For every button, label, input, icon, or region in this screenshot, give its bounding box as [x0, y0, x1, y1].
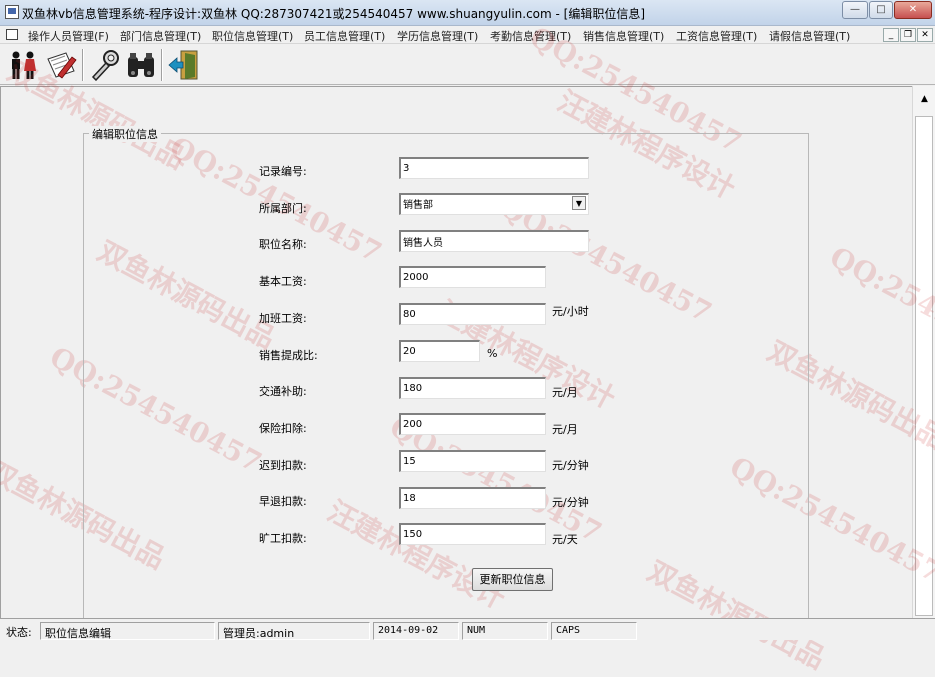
admin-text: 管理员:admin: [223, 627, 295, 640]
num-lock-panel: NUM: [462, 622, 548, 640]
transport-allowance-unit: 元/月: [552, 386, 578, 399]
late-deduction-label: 迟到扣款:: [259, 459, 307, 472]
late-deduction-field[interactable]: [399, 450, 546, 472]
scrollbar-thumb[interactable]: [915, 116, 933, 616]
overtime-pay-label: 加班工资:: [259, 312, 307, 325]
record-no-field[interactable]: [399, 157, 589, 179]
admin-panel: 管理员:admin: [218, 622, 370, 640]
absence-deduction-field[interactable]: [399, 523, 546, 545]
commission-rate-field[interactable]: [399, 340, 480, 362]
department-label: 所属部门:: [259, 202, 307, 215]
transport-allowance-label: 交通补助:: [259, 385, 307, 398]
menu-attendance[interactable]: 考勤信息管理(T): [490, 28, 571, 44]
menu-positions[interactable]: 职位信息管理(T): [212, 28, 293, 44]
app-icon: [5, 5, 19, 19]
early-leave-deduction-label: 早退扣款:: [259, 495, 307, 508]
department-select[interactable]: 销售部: [399, 193, 589, 215]
mdi-restore-button[interactable]: ❐: [900, 28, 916, 42]
menu-operators[interactable]: 操作人员管理(F): [28, 28, 109, 44]
early-leave-deduction-unit: 元/分钟: [552, 496, 589, 509]
binoculars-icon[interactable]: [124, 49, 158, 81]
overtime-pay-unit: 元/小时: [552, 305, 589, 318]
status-bar: 状态: 职位信息编辑 管理员:admin 2014-09-02 NUM CAPS: [0, 618, 935, 640]
edit-icon[interactable]: [44, 49, 78, 81]
menu-sales[interactable]: 销售信息管理(T): [583, 28, 664, 44]
chevron-down-icon[interactable]: ▼: [572, 196, 586, 210]
status-value: 职位信息编辑: [45, 627, 111, 640]
num-lock-text: NUM: [467, 625, 486, 636]
commission-rate-unit: %: [487, 347, 498, 360]
early-leave-deduction-field[interactable]: [399, 487, 546, 509]
commission-rate-label: 销售提成比:: [259, 349, 318, 362]
update-position-button[interactable]: 更新职位信息: [472, 568, 553, 591]
form-group-title: 编辑职位信息: [89, 126, 161, 142]
mdi-minimize-button[interactable]: _: [883, 28, 899, 42]
base-salary-field[interactable]: [399, 266, 546, 288]
close-button[interactable]: ✕: [894, 1, 932, 19]
mdi-close-button[interactable]: ✕: [917, 28, 933, 42]
absence-deduction-unit: 元/天: [552, 533, 578, 546]
vertical-scrollbar[interactable]: ▲: [912, 86, 935, 618]
exit-door-icon[interactable]: [167, 49, 201, 81]
insurance-deduction-label: 保险扣除:: [259, 422, 307, 435]
overtime-pay-field[interactable]: [399, 303, 546, 325]
record-no-label: 记录编号:: [259, 165, 307, 178]
menu-salary[interactable]: 工资信息管理(T): [676, 28, 757, 44]
status-panel: 职位信息编辑: [40, 622, 215, 640]
date-panel: 2014-09-02: [373, 622, 459, 640]
department-select-value: 销售部: [403, 200, 433, 211]
late-deduction-unit: 元/分钟: [552, 459, 589, 472]
minimize-button[interactable]: —: [842, 1, 868, 19]
status-label: 状态:: [6, 626, 32, 639]
menu-leave[interactable]: 请假信息管理(T): [769, 28, 850, 44]
caps-lock-text: CAPS: [556, 625, 581, 636]
toolbar-separator: [161, 49, 163, 81]
wrench-icon[interactable]: [88, 49, 122, 82]
position-name-field[interactable]: [399, 230, 589, 252]
caps-lock-panel: CAPS: [551, 622, 637, 640]
insurance-deduction-unit: 元/月: [552, 423, 578, 436]
date-text: 2014-09-02: [378, 625, 439, 636]
base-salary-label: 基本工资:: [259, 275, 307, 288]
scroll-up-icon[interactable]: ▲: [916, 92, 933, 106]
absence-deduction-label: 旷工扣款:: [259, 532, 307, 545]
window-title: 双鱼林vb信息管理系统-程序设计:双鱼林 QQ:287307421或254540…: [22, 7, 646, 21]
menu-education[interactable]: 学历信息管理(T): [397, 28, 478, 44]
toolbar: [0, 45, 935, 85]
insurance-deduction-field[interactable]: [399, 413, 546, 435]
toolbar-separator: [82, 49, 84, 81]
menu-departments[interactable]: 部门信息管理(T): [120, 28, 201, 44]
transport-allowance-field[interactable]: [399, 377, 546, 399]
position-name-label: 职位名称:: [259, 238, 307, 251]
menu-employees[interactable]: 员工信息管理(T): [304, 28, 385, 44]
menu-bar: 操作人员管理(F) 部门信息管理(T) 职位信息管理(T) 员工信息管理(T) …: [0, 26, 935, 44]
mdi-child-icon[interactable]: [6, 29, 18, 40]
people-icon[interactable]: [6, 49, 40, 81]
window-title-bar[interactable]: 双鱼林vb信息管理系统-程序设计:双鱼林 QQ:287307421或254540…: [0, 0, 935, 26]
maximize-button[interactable]: □: [869, 1, 893, 19]
